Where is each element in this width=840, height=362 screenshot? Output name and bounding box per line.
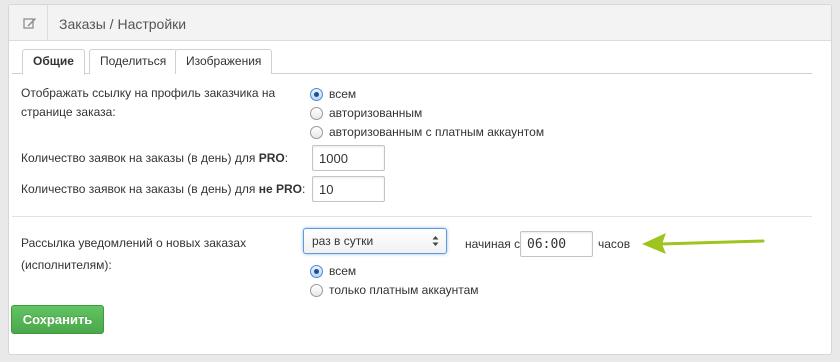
save-button[interactable]: Сохранить	[11, 305, 104, 334]
header-separator	[47, 5, 48, 41]
nonpro-limit-label-prefix: Количество заявок на заказы (в день) для	[21, 182, 259, 196]
nonpro-limit-label-bold: не PRO	[258, 182, 302, 196]
radio-button[interactable]	[310, 106, 323, 120]
nonpro-limit-label-suffix: :	[301, 182, 306, 196]
pro-limit-label: Количество заявок на заказы (в день) для…	[21, 149, 288, 168]
tab-general[interactable]: Общие	[22, 49, 85, 75]
page-title: Заказы / Настройки	[59, 16, 187, 32]
notifications-label-line2: (исполнителям):	[21, 258, 112, 272]
start-time-input[interactable]	[520, 231, 593, 257]
tab-share[interactable]: Поделиться	[89, 49, 178, 74]
notifications-option-paid[interactable]: только платным аккаунтам	[310, 281, 479, 299]
annotation-arrow-icon	[642, 233, 765, 254]
nonpro-limit-input[interactable]	[312, 176, 385, 202]
profile-link-label-line2: странице заказа:	[21, 105, 116, 119]
profile-link-label: Отображать ссылку на профиль заказчика н…	[21, 84, 275, 122]
nonpro-limit-label: Количество заявок на заказы (в день) для…	[21, 180, 305, 199]
tab-bar: Общие Поделиться Изображения	[12, 46, 812, 75]
select-arrows-icon	[432, 236, 439, 246]
pro-limit-label-bold: PRO	[258, 151, 285, 165]
tab-images[interactable]: Изображения	[175, 49, 273, 74]
profile-link-option-paid[interactable]: авторизованным с платным аккаунтом	[310, 123, 544, 141]
pro-limit-input[interactable]	[312, 145, 385, 171]
radio-label: авторизованным с платным аккаунтом	[329, 125, 545, 139]
section-divider	[12, 216, 812, 217]
radio-label: всем	[329, 87, 357, 101]
starting-label: начиная с	[465, 237, 521, 251]
profile-link-label-line1: Отображать ссылку на профиль заказчика н…	[21, 86, 276, 100]
edit-icon	[23, 18, 36, 29]
pro-limit-label-suffix: :	[284, 151, 289, 165]
radio-button[interactable]	[310, 87, 323, 101]
notifications-label: Рассылка уведомлений о новых заказах (ис…	[21, 234, 246, 275]
profile-link-option-all[interactable]: всем	[310, 85, 356, 103]
select-value: раз в сутки	[312, 234, 374, 248]
radio-label: только платным аккаунтам	[329, 283, 479, 297]
pro-limit-label-prefix: Количество заявок на заказы (в день) для	[21, 151, 259, 165]
radio-label: авторизованным	[329, 106, 423, 120]
radio-button[interactable]	[310, 125, 323, 139]
hours-label: часов	[598, 237, 631, 251]
notifications-option-all[interactable]: всем	[310, 262, 356, 280]
radio-button[interactable]	[310, 283, 323, 297]
radio-button[interactable]	[310, 264, 323, 278]
notification-frequency-select[interactable]: раз в сутки	[303, 228, 447, 254]
radio-label: всем	[329, 264, 357, 278]
notifications-label-line1: Рассылка уведомлений о новых заказах	[21, 236, 247, 250]
profile-link-option-authorized[interactable]: авторизованным	[310, 104, 422, 122]
panel-header: Заказы / Настройки	[9, 5, 831, 41]
